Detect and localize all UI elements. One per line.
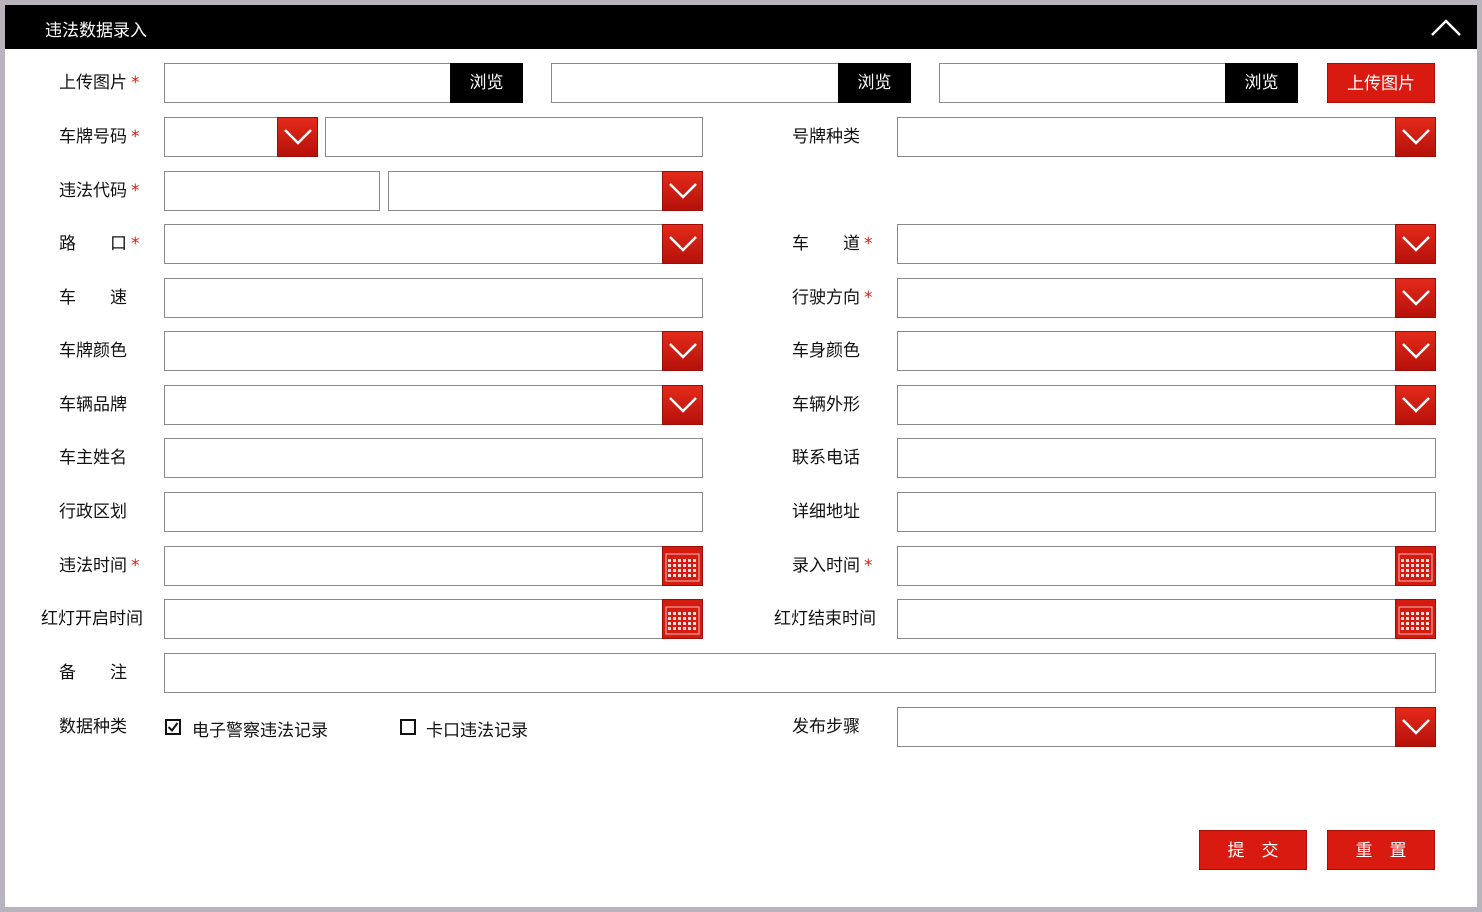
chevron-down-icon[interactable]	[1395, 278, 1436, 318]
red-start-input[interactable]	[164, 599, 703, 639]
chevron-down-icon[interactable]	[1395, 707, 1436, 747]
address-input[interactable]	[897, 492, 1436, 532]
plate-number-label: 车牌号码	[59, 127, 127, 147]
crossing-select[interactable]	[164, 224, 703, 264]
phone-label: 联系电话	[792, 448, 860, 468]
chevron-down-icon[interactable]	[662, 171, 703, 211]
chevron-down-icon[interactable]	[1395, 224, 1436, 264]
checkbox-checkpoint[interactable]	[400, 719, 416, 735]
upload-label: 上传图片	[59, 73, 127, 93]
vehicle-shape-label: 车辆外形	[792, 395, 860, 415]
publish-step-label: 发布步骤	[792, 717, 860, 737]
violation-code-select[interactable]	[388, 171, 703, 211]
checkbox-checkpoint-label: 卡口违法记录	[426, 721, 528, 741]
chevron-down-icon[interactable]	[277, 117, 318, 157]
violation-time-label-wrap: 违法时间 *	[59, 546, 140, 586]
checkbox-epolice-label: 电子警察违法记录	[192, 721, 328, 741]
vehicle-shape-select[interactable]	[897, 385, 1436, 425]
crossing-label: 路 口	[59, 234, 127, 254]
owner-name-input[interactable]	[164, 438, 703, 478]
browse-button-3[interactable]: 浏览	[1225, 63, 1298, 103]
chevron-down-icon[interactable]	[662, 331, 703, 371]
body-color-label: 车身颜色	[792, 341, 860, 361]
address-label: 详细地址	[792, 502, 860, 522]
required-mark: *	[131, 73, 140, 93]
required-mark: *	[131, 556, 140, 576]
plate-number-label-wrap: 车牌号码 *	[59, 117, 140, 157]
brand-label: 车辆品牌	[59, 395, 127, 415]
entry-time-label: 录入时间	[792, 556, 860, 576]
violation-code-label: 违法代码	[59, 181, 127, 201]
calendar-icon[interactable]	[662, 546, 703, 586]
upload-image-button[interactable]: 上传图片	[1327, 63, 1435, 103]
plate-type-label: 号牌种类	[792, 127, 860, 147]
entry-time-label-wrap: 录入时间 *	[792, 546, 873, 586]
form-panel: 违法数据录入 上传图片 * 浏览 浏览 浏览 上传图片 车牌号码 * 号牌种类 违法…	[5, 5, 1477, 907]
lane-label-wrap: 车 道 *	[792, 224, 873, 264]
chevron-down-icon[interactable]	[1395, 385, 1436, 425]
brand-select[interactable]	[164, 385, 703, 425]
direction-label-wrap: 行驶方向 *	[792, 278, 873, 318]
reset-button[interactable]: 重 置	[1327, 830, 1435, 870]
chevron-down-icon[interactable]	[1395, 331, 1436, 371]
red-start-label: 红灯开启时间	[41, 609, 143, 629]
plate-prefix-select[interactable]	[164, 117, 318, 157]
plate-color-label: 车牌颜色	[59, 341, 127, 361]
browse-button-2[interactable]: 浏览	[838, 63, 911, 103]
remarks-label: 备 注	[59, 663, 127, 683]
violation-code-label-wrap: 违法代码 *	[59, 171, 140, 211]
title-bar: 违法数据录入	[5, 5, 1477, 49]
lane-select[interactable]	[897, 224, 1436, 264]
owner-name-label: 车主姓名	[59, 448, 127, 468]
body-color-select[interactable]	[897, 331, 1436, 371]
chevron-down-icon[interactable]	[662, 224, 703, 264]
calendar-icon[interactable]	[1395, 599, 1436, 639]
red-end-label: 红灯结束时间	[774, 609, 876, 629]
violation-code-input[interactable]	[164, 171, 380, 211]
crossing-label-wrap: 路 口 *	[59, 224, 140, 264]
upload-path-field-1[interactable]: 浏览	[164, 63, 523, 103]
phone-input[interactable]	[897, 438, 1436, 478]
entry-time-input[interactable]	[897, 546, 1436, 586]
lane-label: 车 道	[792, 234, 860, 254]
plate-color-select[interactable]	[164, 331, 703, 371]
chevron-up-icon[interactable]	[1430, 17, 1462, 37]
page-title: 违法数据录入	[45, 21, 147, 41]
upload-path-field-2[interactable]: 浏览	[551, 63, 911, 103]
upload-label-wrap: 上传图片 *	[59, 63, 140, 103]
required-mark: *	[864, 288, 873, 308]
data-type-label: 数据种类	[59, 717, 127, 737]
direction-select[interactable]	[897, 278, 1436, 318]
plate-type-select[interactable]	[897, 117, 1436, 157]
chevron-down-icon[interactable]	[662, 385, 703, 425]
violation-time-label: 违法时间	[59, 556, 127, 576]
required-mark: *	[131, 127, 140, 147]
browse-button-1[interactable]: 浏览	[450, 63, 523, 103]
required-mark: *	[864, 556, 873, 576]
plate-number-input[interactable]	[325, 117, 703, 157]
upload-path-field-3[interactable]: 浏览	[939, 63, 1298, 103]
calendar-icon[interactable]	[1395, 546, 1436, 586]
direction-label: 行驶方向	[792, 288, 860, 308]
required-mark: *	[131, 181, 140, 201]
chevron-down-icon[interactable]	[1395, 117, 1436, 157]
submit-button[interactable]: 提 交	[1199, 830, 1307, 870]
district-input[interactable]	[164, 492, 703, 532]
remarks-input[interactable]	[164, 653, 1436, 693]
calendar-icon[interactable]	[662, 599, 703, 639]
checkbox-epolice[interactable]	[165, 719, 181, 735]
violation-time-input[interactable]	[164, 546, 703, 586]
speed-label: 车 速	[59, 288, 127, 308]
required-mark: *	[864, 234, 873, 254]
speed-input[interactable]	[164, 278, 703, 318]
red-end-input[interactable]	[897, 599, 1436, 639]
district-label: 行政区划	[59, 502, 127, 522]
required-mark: *	[131, 234, 140, 254]
publish-step-select[interactable]	[897, 707, 1436, 747]
